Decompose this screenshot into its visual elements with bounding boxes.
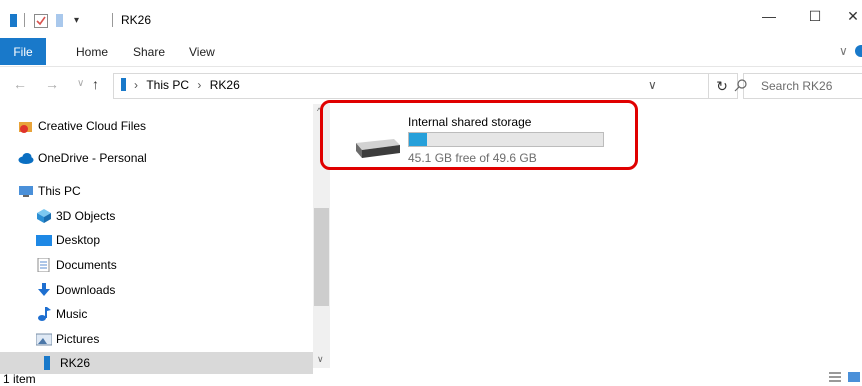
separator [112, 13, 113, 27]
nav-item-label: RK26 [60, 356, 91, 370]
nav-item-label: Desktop [56, 233, 101, 247]
desktop-icon [36, 233, 52, 247]
search-input[interactable]: Search RK26 [734, 73, 862, 99]
music-icon [36, 307, 52, 321]
device-icon[interactable] [9, 14, 19, 31]
breadcrumb-chevron-icon[interactable]: › [197, 78, 201, 92]
nav-item-pictures[interactable]: Pictures [35, 328, 100, 350]
navigation-pane: Creative Cloud Files OneDrive - Personal… [0, 104, 330, 374]
nav-item-label: Documents [56, 258, 117, 272]
nav-item-downloads[interactable]: Downloads [36, 279, 115, 301]
close-icon: ✕ [847, 7, 859, 24]
onedrive-icon [18, 151, 34, 165]
nav-item-label: OneDrive - Personal [38, 151, 147, 165]
downloads-icon [36, 283, 52, 297]
device-icon [40, 356, 56, 370]
refresh-icon: ↻ [716, 77, 728, 94]
3d-objects-icon [36, 209, 52, 223]
maximize-icon: ☐ [808, 7, 822, 24]
device-icon [120, 78, 128, 95]
customize-quick-access-icon[interactable]: ▾ [74, 15, 79, 26]
this-pc-icon [18, 184, 34, 198]
title-bar: ▾ RK26 — ☐ ✕ [0, 0, 862, 38]
ribbon: File Home Share View ∨ [0, 38, 862, 67]
status-bar: 1 item [0, 370, 862, 386]
nav-item-onedrive[interactable]: OneDrive - Personal [18, 147, 147, 169]
forward-button[interactable]: → [45, 76, 59, 92]
help-icon[interactable] [855, 45, 862, 57]
separator [24, 13, 25, 27]
item-count: 1 item [3, 372, 36, 386]
address-dropdown-icon[interactable]: ∨ [648, 78, 657, 92]
documents-icon [36, 257, 52, 273]
close-button[interactable]: ✕ [830, 0, 862, 32]
nav-item-desktop[interactable]: Desktop [36, 229, 100, 251]
tab-home[interactable]: Home [76, 45, 108, 59]
address-bar[interactable]: › This PC › RK26 ∨ [113, 73, 709, 99]
nav-item-label: Music [56, 307, 88, 321]
window-title: RK26 [121, 13, 152, 27]
recent-locations-button[interactable]: ∨ [77, 78, 84, 89]
address-row: ← → ∨ ↑ › This PC › RK26 ∨ ↻ Search RK26 [0, 69, 862, 103]
expand-ribbon-icon[interactable]: ∨ [839, 44, 848, 58]
nav-item-documents[interactable]: Documents [36, 254, 117, 276]
tab-share[interactable]: Share [133, 45, 165, 59]
scroll-thumb[interactable] [314, 208, 329, 306]
up-button[interactable]: ↑ [92, 76, 99, 92]
scroll-down-icon[interactable]: ∨ [317, 354, 324, 365]
search-icon [734, 79, 747, 92]
nav-item-3d-objects[interactable]: 3D Objects [36, 205, 115, 227]
nav-item-label: Creative Cloud Files [38, 119, 147, 133]
breadcrumb: › This PC › RK26 [134, 78, 240, 92]
pictures-icon [35, 332, 53, 346]
nav-item-creative-cloud[interactable]: Creative Cloud Files [18, 115, 146, 137]
tab-file[interactable]: File [0, 38, 46, 65]
new-folder-icon[interactable] [55, 14, 65, 31]
details-view-icon[interactable] [829, 371, 841, 385]
minimize-button[interactable]: — [746, 0, 792, 32]
minimize-icon: — [762, 8, 776, 24]
tab-file-label: File [13, 44, 33, 59]
nav-item-label: Downloads [56, 283, 116, 297]
tab-view[interactable]: View [189, 45, 215, 59]
nav-item-label: Pictures [56, 332, 100, 346]
nav-item-music[interactable]: Music [36, 303, 87, 325]
creative-cloud-icon [18, 119, 34, 133]
nav-item-this-pc[interactable]: This PC [18, 180, 81, 202]
nav-item-label: This PC [38, 184, 81, 198]
properties-check-icon[interactable] [34, 14, 48, 31]
back-button[interactable]: ← [13, 76, 27, 92]
nav-item-label: 3D Objects [56, 209, 116, 223]
search-placeholder: Search RK26 [761, 79, 833, 93]
breadcrumb-chevron-icon[interactable]: › [134, 78, 138, 92]
breadcrumb-this-pc[interactable]: This PC [146, 78, 189, 92]
large-icons-view-icon[interactable] [848, 371, 860, 385]
highlight-annotation [320, 100, 638, 170]
breadcrumb-rk26[interactable]: RK26 [210, 78, 240, 92]
